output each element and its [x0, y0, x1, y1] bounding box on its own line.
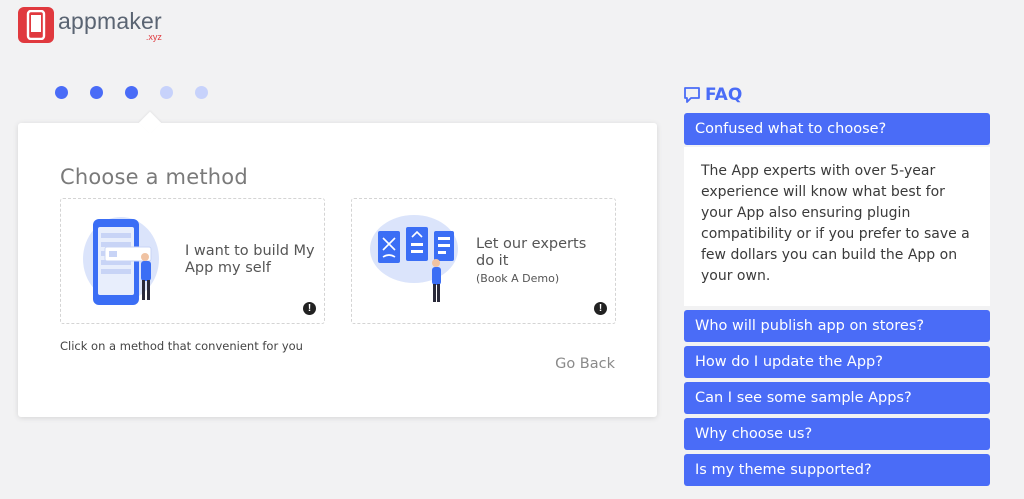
step-dot-3 [125, 86, 138, 99]
faq-question-confused[interactable]: Confused what to choose? [684, 113, 990, 145]
step-dot-1 [55, 86, 68, 99]
faq-question-samples[interactable]: Can I see some sample Apps? [684, 382, 990, 414]
step-dot-5 [195, 86, 208, 99]
phone-logo-icon [18, 7, 54, 43]
info-icon[interactable]: ! [303, 302, 316, 315]
phone-builder-illustration [83, 217, 159, 305]
step-indicator [55, 86, 230, 99]
choose-method-card: Choose a method I want to build My App m… [18, 111, 657, 417]
card-pointer [138, 111, 162, 135]
brand-name: appmaker [58, 8, 162, 34]
faq-question-theme[interactable]: Is my theme supported? [684, 454, 990, 486]
faq-question-update[interactable]: How do I update the App? [684, 346, 990, 378]
faq-header: FAQ [683, 85, 742, 105]
brand-suffix: .xyz [145, 32, 162, 42]
step-dot-4 [160, 86, 173, 99]
option-label: Let our experts do it [476, 236, 587, 269]
method-hint: Click on a method that convenient for yo… [60, 339, 303, 353]
faq-answer-confused: The App experts with over 5-year experie… [684, 147, 990, 306]
faq-title: FAQ [705, 85, 743, 105]
experts-wireframe-illustration [370, 215, 458, 302]
book-demo-label: (Book A Demo) [476, 272, 560, 285]
info-icon[interactable]: ! [594, 302, 607, 315]
chat-bubble-icon [684, 87, 700, 103]
faq-question-why-us[interactable]: Why choose us? [684, 418, 990, 450]
option-label: I want to build My App my self [185, 243, 315, 276]
appmaker-logo[interactable]: appmaker .xyz [18, 7, 162, 43]
faq-question-publish[interactable]: Who will publish app on stores? [684, 310, 990, 342]
build-myself-option[interactable]: I want to build My App my self ! [60, 198, 325, 324]
experts-option[interactable]: Let our experts do it (Book A Demo) ! [351, 198, 616, 324]
go-back-link[interactable]: Go Back [555, 356, 615, 372]
card-title: Choose a method [60, 165, 248, 189]
step-dot-2 [90, 86, 103, 99]
